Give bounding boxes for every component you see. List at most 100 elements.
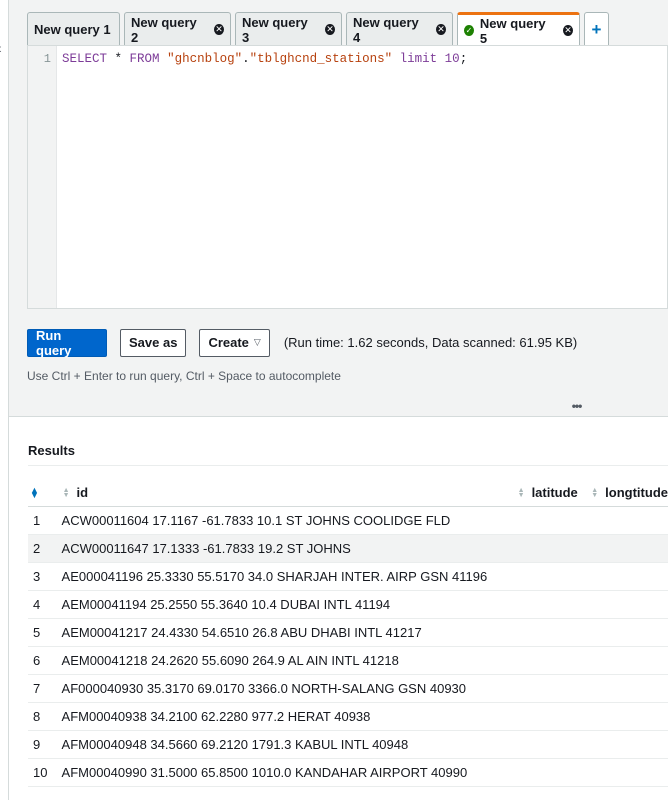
table-row: 6 AEM00041218 24.2620 55.6090 264.9 AL AI… bbox=[28, 646, 668, 675]
tab-label: New query 2 bbox=[131, 14, 197, 45]
tab-label: New query 4 bbox=[353, 14, 419, 45]
id-cell: AFM00040938 34.2100 62.2280 977.2 HERAT … bbox=[61, 702, 517, 731]
line-gutter: 1 bbox=[28, 46, 57, 308]
sort-icon[interactable]: ▲ ▼ bbox=[517, 487, 526, 499]
longtitude-cell bbox=[590, 730, 668, 759]
query-actions: Run query Save as Create ▽ (Run time: 1.… bbox=[27, 328, 577, 358]
row-number: 2 bbox=[28, 534, 62, 563]
latitude-cell bbox=[516, 534, 591, 563]
row-number: 10 bbox=[28, 758, 62, 787]
chevron-down-icon: ▽ bbox=[253, 337, 261, 347]
longtitude-cell bbox=[590, 618, 668, 647]
query-tabs: New query 1 New query 2 ✕ New query 3 ✕ … bbox=[27, 12, 613, 46]
close-icon[interactable]: ✕ bbox=[563, 25, 573, 36]
query-editor-panel: New query 1 New query 2 ✕ New query 3 ✕ … bbox=[27, 0, 668, 396]
column-header-longtitude[interactable]: ▲ ▼ longtitude bbox=[590, 479, 668, 507]
results-title: Results bbox=[28, 443, 75, 458]
longtitude-cell bbox=[590, 506, 668, 535]
table-header-row: ▲ ▼ ▲ ▼ id ▲ ▼ latitude ▲ ▼ longtitude bbox=[28, 479, 668, 507]
keyboard-hint: Use Ctrl + Enter to run query, Ctrl + Sp… bbox=[27, 369, 341, 383]
sql-code-line[interactable]: SELECT * FROM "ghcnblog"."tblghcnd_stati… bbox=[62, 52, 467, 66]
column-label: longtitude bbox=[605, 484, 668, 500]
row-number: 9 bbox=[28, 730, 62, 759]
id-cell: AF000040930 35.3170 69.0170 3366.0 NORTH… bbox=[61, 674, 517, 703]
close-icon[interactable]: ✕ bbox=[325, 24, 335, 35]
results-table: ▲ ▼ ▲ ▼ id ▲ ▼ latitude ▲ ▼ longtitude 1 ACW0001… bbox=[28, 479, 668, 787]
close-icon[interactable]: ✕ bbox=[214, 24, 224, 35]
add-tab-button[interactable]: + bbox=[584, 12, 609, 46]
row-number: 6 bbox=[28, 646, 62, 675]
row-number-header[interactable]: ▲ ▼ bbox=[28, 479, 62, 507]
latitude-cell bbox=[516, 702, 591, 731]
longtitude-cell bbox=[590, 562, 668, 591]
table-row: 4 AEM00041194 25.2550 55.3640 10.4 DUBAI … bbox=[28, 590, 668, 619]
tab-new-query-4[interactable]: New query 4 ✕ bbox=[346, 12, 453, 46]
latitude-cell bbox=[516, 618, 591, 647]
tab-label: New query 1 bbox=[34, 22, 111, 37]
table-name: "tblghcnd_stations" bbox=[249, 52, 393, 66]
latitude-cell bbox=[516, 674, 591, 703]
table-row: 8 AFM00040938 34.2100 62.2280 977.2 HERAT… bbox=[28, 702, 668, 731]
longtitude-cell bbox=[590, 758, 668, 787]
sort-ascending-icon[interactable]: ▲ ▼ bbox=[30, 486, 39, 500]
table-row: 7 AF000040930 35.3170 69.0170 3366.0 NORT… bbox=[28, 674, 668, 703]
latitude-cell bbox=[516, 562, 591, 591]
create-dropdown-button[interactable]: Create ▽ bbox=[199, 328, 270, 357]
keyword-select: SELECT bbox=[62, 52, 108, 66]
tab-new-query-5[interactable]: ✓ New query 5 ✕ bbox=[457, 12, 580, 46]
longtitude-cell bbox=[590, 534, 668, 563]
plus-icon: + bbox=[591, 19, 602, 39]
code-semicolon: ; bbox=[459, 52, 468, 66]
id-cell: ACW00011647 17.1333 -61.7833 19.2 ST JOH… bbox=[61, 534, 517, 563]
row-number: 5 bbox=[28, 618, 62, 647]
latitude-cell bbox=[516, 758, 591, 787]
id-cell: AEM00041218 24.2620 55.6090 264.9 AL AIN… bbox=[61, 646, 517, 675]
collapse-arrow-icon[interactable]: ‹ bbox=[0, 40, 2, 56]
tab-label: New query 5 bbox=[479, 15, 546, 46]
longtitude-cell bbox=[590, 646, 668, 675]
limit-value: 10 bbox=[444, 52, 460, 66]
column-label: id bbox=[76, 484, 89, 500]
sort-icon[interactable]: ▲ ▼ bbox=[590, 487, 599, 499]
table-row: 1 ACW00011604 17.1167 -61.7833 10.1 ST JO… bbox=[28, 506, 668, 535]
id-cell: AFM00040990 31.5000 65.8500 1010.0 KANDA… bbox=[61, 758, 517, 787]
column-header-id[interactable]: ▲ ▼ id bbox=[61, 479, 517, 507]
table-row: 10 AFM00040990 31.5000 65.8500 1010.0 KAN… bbox=[28, 758, 668, 787]
id-cell: AEM00041194 25.2550 55.3640 10.4 DUBAI I… bbox=[61, 590, 517, 619]
create-label: Create bbox=[208, 335, 249, 350]
divider bbox=[28, 465, 668, 466]
column-header-latitude[interactable]: ▲ ▼ latitude bbox=[516, 479, 591, 507]
sort-icon[interactable]: ▲ ▼ bbox=[62, 487, 71, 499]
row-number: 8 bbox=[28, 702, 62, 731]
tab-new-query-1[interactable]: New query 1 bbox=[27, 12, 120, 46]
table-row: 3 AE000041196 25.3330 55.5170 34.0 SHARJA… bbox=[28, 562, 668, 591]
close-icon[interactable]: ✕ bbox=[436, 24, 446, 35]
tab-label: New query 3 bbox=[242, 14, 308, 45]
run-query-button[interactable]: Run query bbox=[27, 328, 107, 358]
results-panel: Results ▲ ▼ ▲ ▼ id ▲ ▼ latitude ▲ ▼ longtitude … bbox=[9, 416, 668, 800]
id-cell: AEM00041217 24.4330 54.6510 26.8 ABU DHA… bbox=[61, 618, 517, 647]
table-row: 5 AEM00041217 24.4330 54.6510 26.8 ABU DH… bbox=[28, 618, 668, 647]
line-number: 1 bbox=[43, 52, 51, 66]
tab-new-query-2[interactable]: New query 2 ✕ bbox=[124, 12, 231, 46]
id-cell: ACW00011604 17.1167 -61.7833 10.1 ST JOH… bbox=[61, 506, 517, 535]
keyword-limit: limit bbox=[399, 52, 438, 66]
check-icon: ✓ bbox=[464, 25, 474, 36]
row-number: 7 bbox=[28, 674, 62, 703]
longtitude-cell bbox=[590, 590, 668, 619]
tab-new-query-3[interactable]: New query 3 ✕ bbox=[235, 12, 342, 46]
longtitude-cell bbox=[590, 674, 668, 703]
latitude-cell bbox=[516, 730, 591, 759]
latitude-cell bbox=[516, 646, 591, 675]
drag-handle-icon: ••• bbox=[571, 399, 583, 413]
keyword-from: FROM bbox=[129, 52, 160, 66]
row-number: 4 bbox=[28, 590, 62, 619]
panel-resize-handle[interactable]: ••• bbox=[27, 396, 668, 416]
row-number: 3 bbox=[28, 562, 62, 591]
table-row: 9 AFM00040948 34.5660 69.2120 1791.3 KABU… bbox=[28, 730, 668, 759]
save-as-button[interactable]: Save as bbox=[120, 328, 187, 357]
code-star: * bbox=[107, 52, 130, 66]
sql-editor[interactable]: 1 SELECT * FROM "ghcnblog"."tblghcnd_sta… bbox=[27, 45, 668, 309]
latitude-cell bbox=[516, 506, 591, 535]
row-number: 1 bbox=[28, 506, 62, 535]
